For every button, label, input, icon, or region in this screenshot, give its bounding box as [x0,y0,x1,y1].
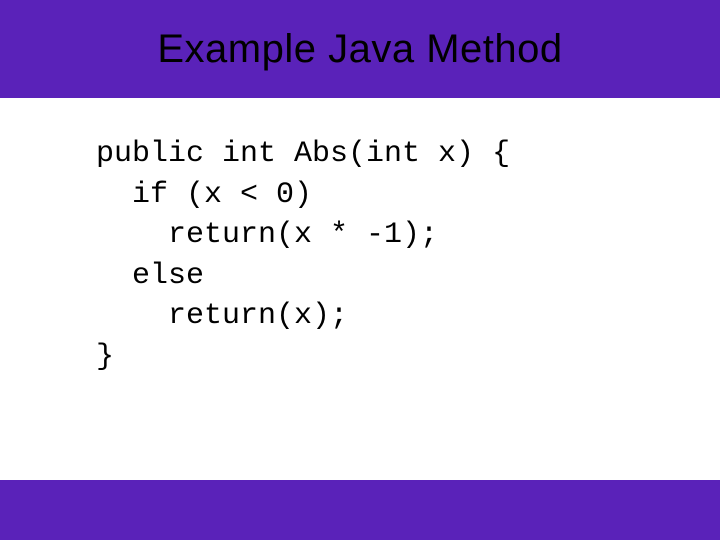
code-block: public int Abs(int x) { if (x < 0) retur… [96,134,720,377]
slide: Example Java Method public int Abs(int x… [0,0,720,540]
slide-body: public int Abs(int x) { if (x < 0) retur… [0,98,720,480]
footer-band [0,480,720,540]
title-band: Example Java Method [0,0,720,98]
slide-title: Example Java Method [157,27,562,72]
